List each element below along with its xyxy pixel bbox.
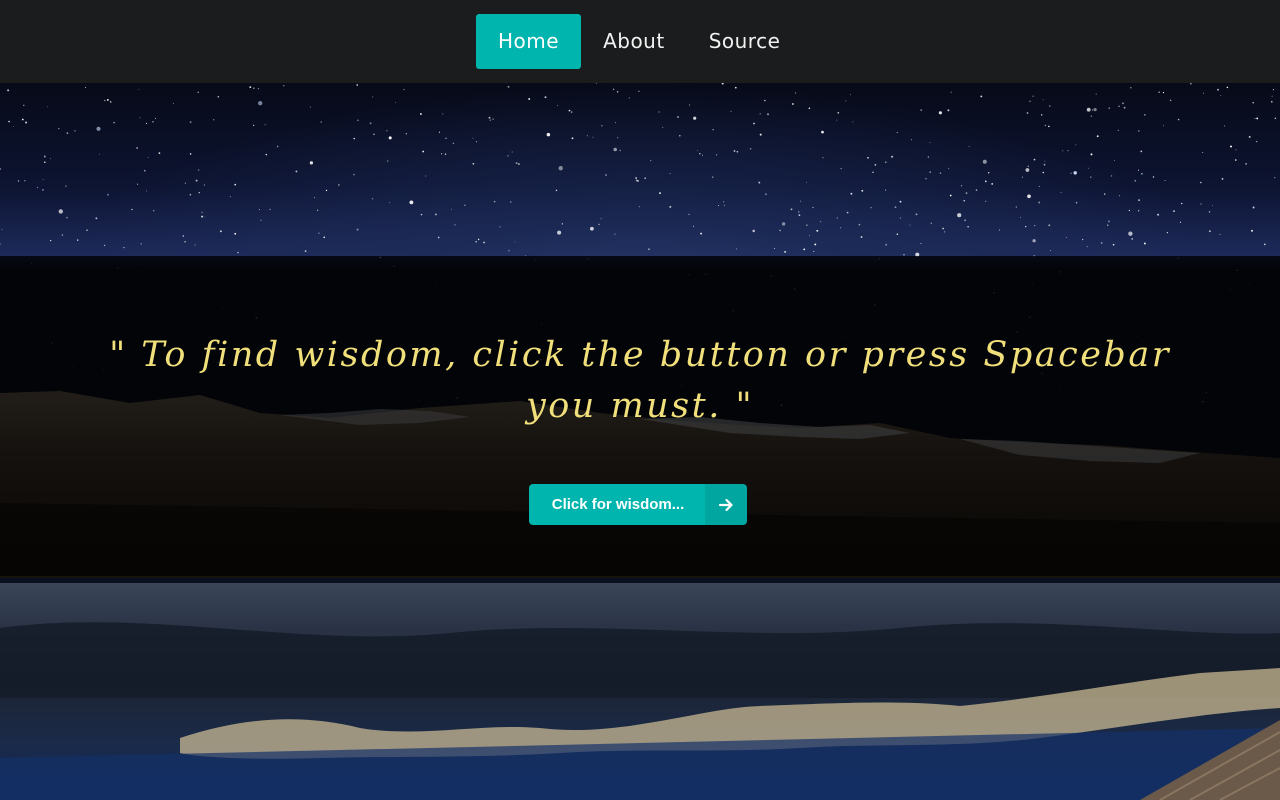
click-for-wisdom-button[interactable]: Click for wisdom... — [529, 484, 747, 525]
nav-item-home[interactable]: Home — [476, 14, 582, 69]
nav-menu: Home About Source — [476, 14, 802, 69]
arrow-right-icon — [705, 484, 747, 525]
top-navbar: Home About Source — [0, 0, 1280, 83]
nav-item-about[interactable]: About — [581, 14, 687, 69]
background-scene: " To find wisdom, click the button or pr… — [0, 83, 1280, 800]
nav-item-source[interactable]: Source — [687, 14, 803, 69]
wooden-dock — [1140, 720, 1280, 800]
lake-reflection — [0, 622, 1280, 800]
wisdom-quote: " To find wisdom, click the button or pr… — [109, 335, 1171, 426]
wisdom-button-label: Click for wisdom... — [551, 496, 685, 513]
